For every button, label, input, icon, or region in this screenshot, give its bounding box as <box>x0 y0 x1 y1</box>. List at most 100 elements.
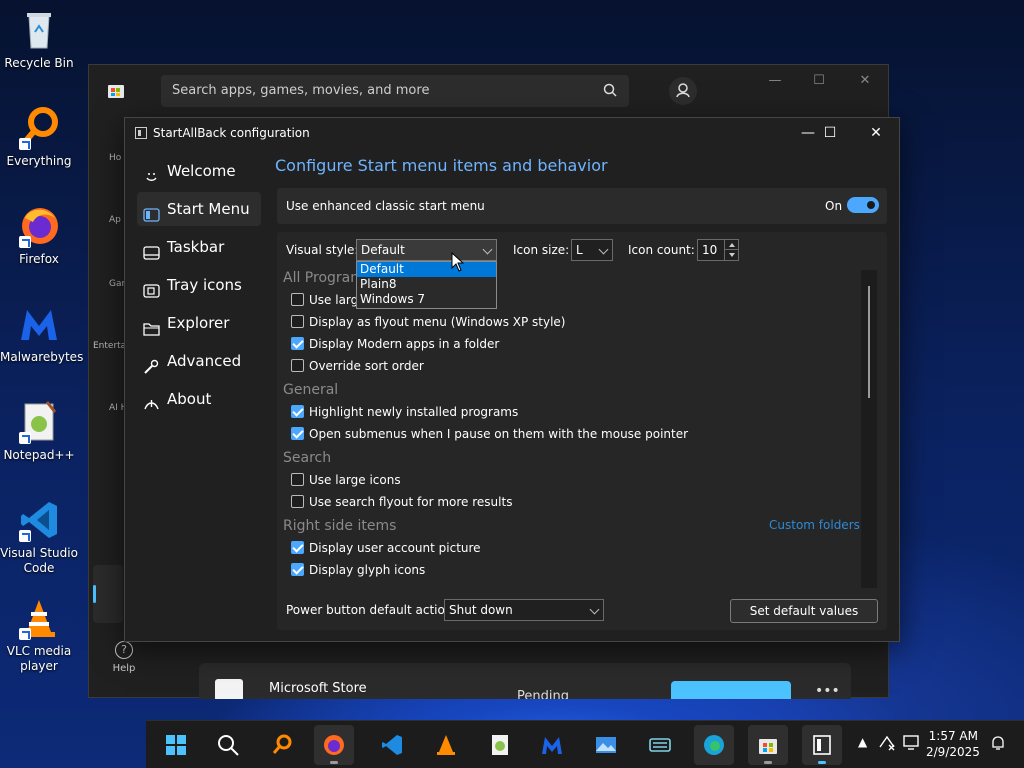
desktop-icon-malwarebytes[interactable]: Malwarebytes <box>0 302 83 365</box>
chevron-down-icon <box>482 244 493 255</box>
store-app-action-button[interactable] <box>671 681 791 699</box>
desktop-icon-everything[interactable]: Everything <box>0 106 78 169</box>
windows-logo-icon <box>166 735 186 755</box>
taskbar-clock[interactable]: 1:57 AM 2/9/2025 <box>926 728 980 760</box>
chevron-down-icon <box>598 244 609 255</box>
option-override-sort[interactable]: Override sort order <box>291 358 424 376</box>
network-disconnected-icon[interactable] <box>878 733 896 754</box>
checkbox[interactable] <box>291 427 304 440</box>
sidebar-item-taskbar[interactable]: Taskbar <box>137 230 261 264</box>
sidebar-item-advanced[interactable]: Advanced <box>137 344 261 378</box>
desktop-icon-vscode[interactable]: Visual Studio Code <box>0 498 78 576</box>
taskbar-vlc[interactable] <box>426 725 466 765</box>
dropdown-option-default[interactable]: Default <box>357 262 496 277</box>
taskbar-everything[interactable] <box>262 725 302 765</box>
option-search-flyout[interactable]: Use search flyout for more results <box>291 494 512 512</box>
everything-icon <box>17 106 61 150</box>
checkbox[interactable] <box>291 563 304 576</box>
sidebar-item-explorer[interactable]: Explorer <box>137 306 261 340</box>
decrement-icon[interactable] <box>724 250 738 260</box>
dropdown-option-plain8[interactable]: Plain8 <box>357 277 496 292</box>
desktop-icon-firefox[interactable]: Firefox <box>0 204 78 267</box>
checkbox[interactable] <box>291 541 304 554</box>
enhanced-start-menu-toggle[interactable] <box>847 197 879 213</box>
store-help-button[interactable]: ? Help <box>111 641 137 674</box>
checkbox[interactable] <box>291 359 304 372</box>
store-app-logo-icon <box>215 679 243 699</box>
option-flyout-menu[interactable]: Display as flyout menu (Windows XP style… <box>291 314 565 332</box>
power-button-select[interactable]: Shut down <box>444 599 604 621</box>
tray-overflow-chevron-icon[interactable]: ▲ <box>858 735 867 749</box>
checkbox[interactable] <box>291 293 304 306</box>
taskbar-malwarebytes[interactable] <box>532 725 572 765</box>
option-open-submenus[interactable]: Open submenus when I pause on them with … <box>291 426 688 444</box>
scrollbar-thumb[interactable] <box>868 286 870 398</box>
checkbox[interactable] <box>291 495 304 508</box>
enhanced-start-menu-row: Use enhanced classic start menu On <box>277 188 887 224</box>
icon-size-label: Icon size: <box>513 243 570 257</box>
start-button[interactable] <box>156 725 196 765</box>
store-maximize-button[interactable]: ☐ <box>805 73 833 93</box>
store-minimize-button[interactable]: — <box>761 73 789 93</box>
taskbar-startallback[interactable] <box>802 725 842 765</box>
option-highlight-new[interactable]: Highlight newly installed programs <box>291 404 518 422</box>
close-button[interactable]: ✕ <box>859 122 893 144</box>
notepadpp-icon <box>492 735 508 755</box>
dropdown-option-windows7[interactable]: Windows 7 <box>357 292 496 307</box>
folder-icon <box>143 315 160 336</box>
taskbar-search-button[interactable] <box>208 725 248 765</box>
taskbar: ▲ 1:57 AM 2/9/2025 <box>146 720 1024 768</box>
display-icon[interactable] <box>902 733 920 754</box>
option-modern-apps-folder[interactable]: Display Modern apps in a folder <box>291 336 499 354</box>
options-scrollbar[interactable] <box>861 270 877 588</box>
config-titlebar[interactable]: StartAllBack configuration — ☐ ✕ <box>125 118 899 148</box>
recycle-bin-icon <box>17 8 61 52</box>
checkbox[interactable] <box>291 473 304 486</box>
sidebar-item-tray-icons[interactable]: Tray icons <box>137 268 261 302</box>
icon-size-value: L <box>576 243 583 257</box>
sidebar-item-label: Tray icons <box>167 276 242 294</box>
store-app-more-button[interactable]: ••• <box>815 683 840 699</box>
taskbar-edge[interactable] <box>694 725 734 765</box>
store-app-name: Microsoft Store <box>269 681 367 696</box>
sidebar-item-welcome[interactable]: Welcome <box>137 154 261 188</box>
desktop-icon-recycle-bin[interactable]: Recycle Bin <box>0 8 78 71</box>
firefox-icon <box>324 735 344 755</box>
taskbar-microsoft-store[interactable] <box>748 725 788 765</box>
desktop-icon-notepadpp[interactable]: Notepad++ <box>0 400 78 463</box>
taskbar-keyboard-app[interactable] <box>640 725 680 765</box>
store-close-button[interactable]: ✕ <box>851 73 879 93</box>
store-search-input[interactable]: Search apps, games, movies, and more <box>161 75 629 107</box>
checkbox[interactable] <box>291 315 304 328</box>
taskbar-firefox[interactable] <box>314 725 354 765</box>
option-user-picture[interactable]: Display user account picture <box>291 540 481 558</box>
maximize-button[interactable]: ☐ <box>813 122 847 144</box>
option-label: Use search flyout for more results <box>309 495 513 509</box>
checkbox[interactable] <box>291 405 304 418</box>
checkbox[interactable] <box>291 337 304 350</box>
store-nav-entertainment[interactable]: Enterta <box>93 341 126 351</box>
icon-size-select[interactable]: L <box>571 239 613 261</box>
notification-bell-icon[interactable] <box>990 735 1006 754</box>
option-search-large-icons[interactable]: Use large icons <box>291 472 401 490</box>
store-update-card: Microsoft Store Pending ••• <box>199 663 851 699</box>
option-glyph-icons[interactable]: Display glyph icons <box>291 562 425 580</box>
sidebar-item-start-menu[interactable]: Start Menu <box>137 192 261 226</box>
section-general: General <box>283 382 339 398</box>
taskbar-notepadpp[interactable] <box>480 725 520 765</box>
visual-style-select[interactable]: Default <box>356 239 497 261</box>
power-button-label: Power button default action: <box>286 603 457 617</box>
desktop-icon-vlc[interactable]: VLC media player <box>0 596 78 674</box>
store-account-button[interactable] <box>669 77 697 105</box>
store-nav-apps[interactable]: Ap <box>109 215 121 225</box>
store-app-status: Pending <box>517 689 569 699</box>
custom-folders-link[interactable]: Custom folders... <box>769 518 871 532</box>
taskbar-photos[interactable] <box>586 725 626 765</box>
set-default-values-button[interactable]: Set default values <box>730 599 878 623</box>
taskbar-vscode[interactable] <box>372 725 412 765</box>
store-nav-library[interactable] <box>93 565 123 623</box>
store-nav-home[interactable]: Ho <box>109 153 121 163</box>
icon-count-stepper[interactable]: 10 <box>697 239 739 261</box>
increment-icon[interactable] <box>724 240 738 250</box>
sidebar-item-about[interactable]: About <box>137 382 261 416</box>
